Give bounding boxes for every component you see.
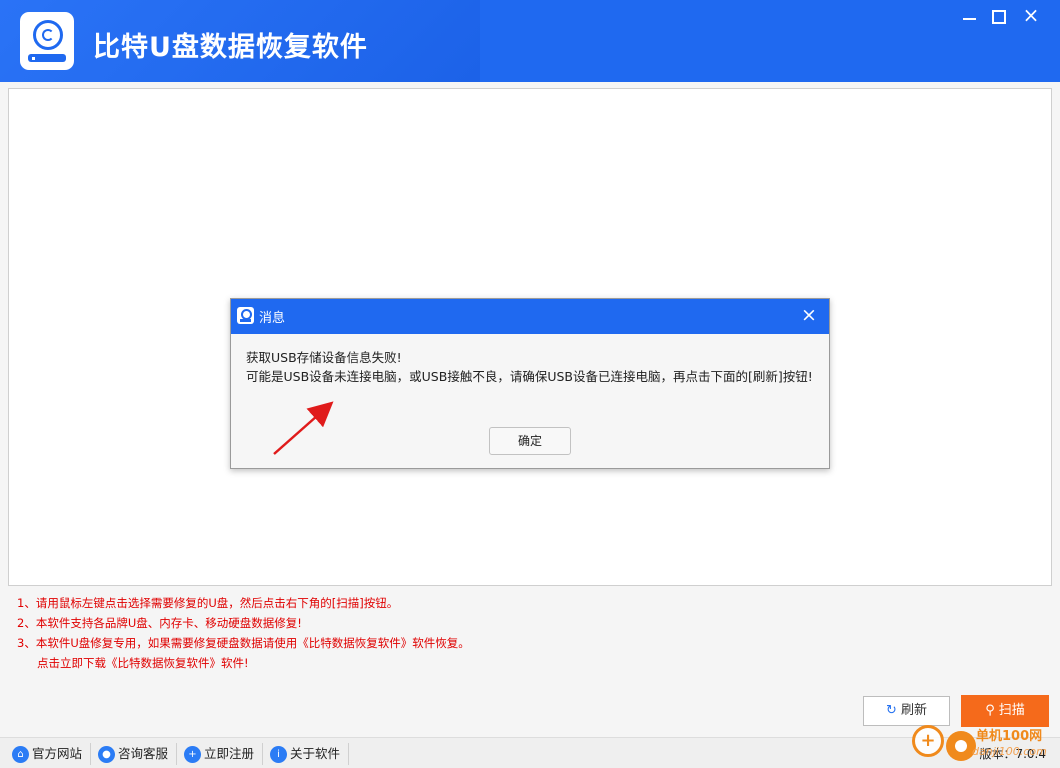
about-link[interactable]: i 关于软件	[270, 744, 340, 764]
watermark-name: 单机100网	[976, 729, 1043, 744]
dialog-message-line: 可能是USB设备未连接电脑，或USB接触不良，请确保USB设备已连接电脑，再点击…	[246, 369, 813, 384]
instruction-line: 1、请用鼠标左键点击选择需要修复的U盘，然后点击右下角的[扫描]按钮。	[17, 596, 399, 610]
divider	[348, 743, 349, 765]
watermark-url: danji100.com	[972, 745, 1047, 758]
status-bar: ⌂ 官方网站 ● 咨询客服 + 立即注册 i 关于软件 版本：7.0.4	[0, 737, 1060, 768]
instruction-line: 2、本软件支持各品牌U盘、内存卡、移动硬盘数据修复!	[17, 616, 302, 630]
scan-label: 扫描	[998, 703, 1025, 718]
official-website-link[interactable]: ⌂ 官方网站	[12, 744, 82, 764]
close-button[interactable]: ×	[1020, 4, 1042, 26]
watermark-logo: + 单机100网 danji100.com	[910, 723, 1047, 768]
title-bar: 比特U盘数据恢复软件 ×	[0, 0, 1060, 82]
divider	[262, 743, 263, 765]
divider	[176, 743, 177, 765]
status-label: 官方网站	[32, 746, 83, 761]
chat-icon: ●	[98, 746, 115, 763]
dialog-close-button[interactable]: ×	[797, 303, 821, 327]
customer-service-link[interactable]: ● 咨询客服	[98, 744, 168, 764]
refresh-button[interactable]: ↻ 刷新	[863, 696, 950, 726]
maximize-icon	[992, 10, 1006, 24]
refresh-icon: ↻	[886, 703, 897, 718]
info-icon: i	[270, 746, 287, 763]
refresh-label: 刷新	[900, 703, 927, 718]
home-icon: ⌂	[12, 746, 29, 763]
instructions: 1、请用鼠标左键点击选择需要修复的U盘，然后点击右下角的[扫描]按钮。 2、本软…	[17, 593, 817, 673]
status-label: 咨询客服	[118, 746, 169, 761]
dialog-title: 消息	[259, 311, 286, 326]
app-title: 比特U盘数据恢复软件	[93, 32, 368, 63]
dialog-message: 获取USB存储设备信息失败! 可能是USB设备未连接电脑，或USB接触不良，请确…	[246, 348, 821, 386]
instruction-line: 3、本软件U盘修复专用，如果需要修复硬盘数据请使用《比特数据恢复软件》软件恢复。	[17, 636, 470, 650]
dialog-app-icon	[237, 307, 254, 324]
app-logo-icon	[20, 12, 74, 70]
close-icon: ×	[1022, 3, 1040, 27]
maximize-button[interactable]	[987, 4, 1009, 26]
annotation-arrow-icon	[273, 401, 334, 455]
divider	[90, 743, 91, 765]
status-label: 关于软件	[290, 746, 341, 761]
watermark-plus-icon: +	[912, 725, 944, 757]
user-add-icon: +	[184, 746, 201, 763]
dialog-message-line: 获取USB存储设备信息失败!	[246, 350, 402, 365]
close-icon: ×	[801, 304, 817, 326]
app-window: 比特U盘数据恢复软件 × 1、请用鼠标左键点击选择需要修复的U盘，然后点击右下角…	[0, 0, 1060, 768]
minimize-icon	[963, 18, 976, 20]
register-link[interactable]: + 立即注册	[184, 744, 254, 764]
dialog-titlebar[interactable]: 消息 ×	[231, 299, 829, 334]
minimize-button[interactable]	[958, 4, 980, 26]
ok-button[interactable]: 确定	[489, 427, 571, 455]
status-label: 立即注册	[204, 746, 255, 761]
download-link[interactable]: 点击立即下载《比特数据恢复软件》软件!	[17, 653, 817, 673]
